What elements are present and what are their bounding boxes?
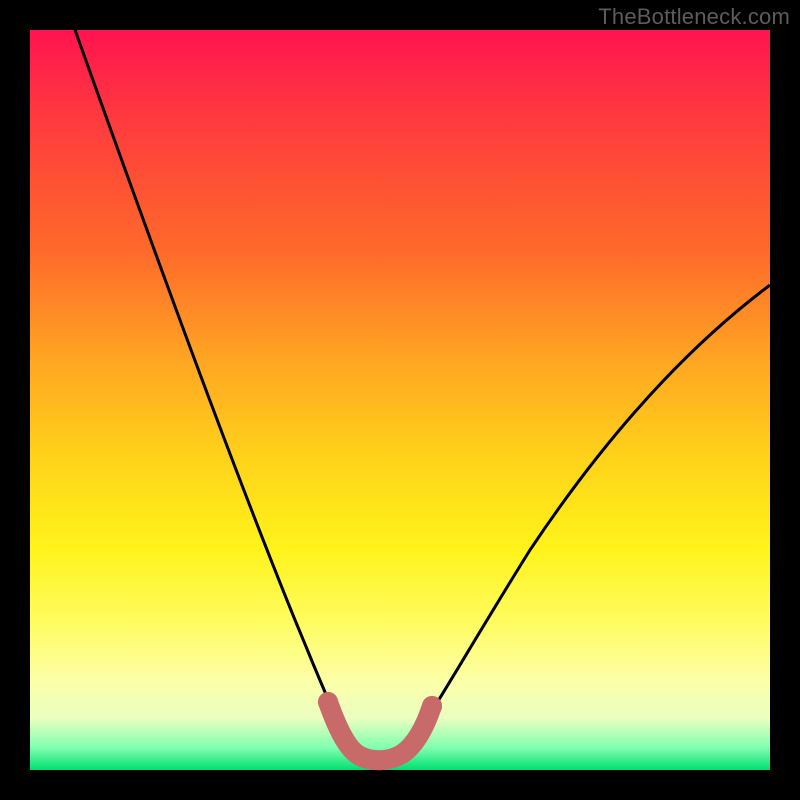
band-dot-left <box>318 692 338 712</box>
chart-frame: TheBottleneck.com <box>0 0 800 800</box>
optimal-band <box>328 702 432 760</box>
curve-layer <box>30 30 770 770</box>
plot-area <box>30 30 770 770</box>
bottleneck-curve <box>75 30 770 758</box>
band-dot-right <box>422 696 442 716</box>
watermark-text: TheBottleneck.com <box>598 4 790 30</box>
